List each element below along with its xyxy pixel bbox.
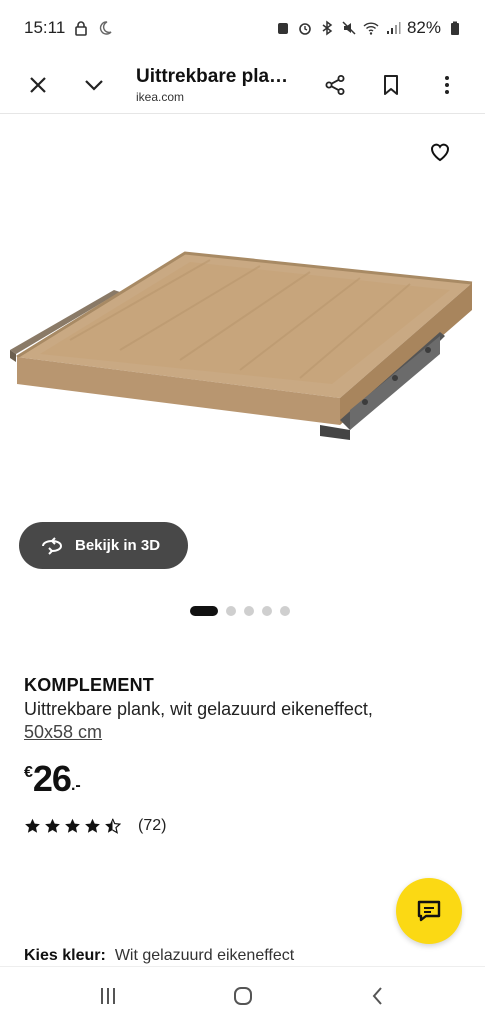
product-price: € 26 .- xyxy=(24,761,464,797)
heart-icon xyxy=(430,143,450,162)
status-bar: 15:11 82% xyxy=(0,0,485,56)
gallery-pagination xyxy=(190,606,290,616)
rating-count: (72) xyxy=(138,817,167,834)
more-vert-icon xyxy=(445,75,449,94)
favorite-button[interactable] xyxy=(425,137,455,167)
back-button[interactable] xyxy=(348,971,408,1021)
alarm-icon xyxy=(297,20,313,36)
chat-icon xyxy=(417,900,441,922)
more-options-button[interactable] xyxy=(419,57,475,113)
system-nav-bar xyxy=(0,966,485,1024)
chat-button[interactable] xyxy=(396,878,462,944)
signal-icon xyxy=(385,20,401,36)
star-half-icon xyxy=(104,818,121,834)
product-gallery: Bekijk in 3D xyxy=(0,115,485,635)
product-rating[interactable]: (72) xyxy=(24,817,464,835)
gallery-dot[interactable] xyxy=(226,606,236,616)
wifi-icon xyxy=(363,20,379,36)
view-3d-label: Bekijk in 3D xyxy=(75,537,161,554)
notification-icon xyxy=(275,20,291,36)
product-description: Uittrekbare plank, wit gelazuurd eikenef… xyxy=(24,699,373,719)
status-left: 15:11 xyxy=(24,18,113,38)
star-full-icon xyxy=(84,818,101,834)
price-currency: € xyxy=(24,764,33,781)
lock-icon xyxy=(73,20,89,36)
product-name: KOMPLEMENT xyxy=(24,675,154,695)
gallery-dot[interactable] xyxy=(262,606,272,616)
gallery-dot[interactable] xyxy=(280,606,290,616)
bookmark-icon xyxy=(384,74,398,95)
status-time: 15:11 xyxy=(24,18,66,37)
view-3d-button[interactable]: Bekijk in 3D xyxy=(19,522,189,569)
page-domain: ikea.com xyxy=(136,89,185,104)
home-button[interactable] xyxy=(213,971,273,1021)
product-info: KOMPLEMENT Uittrekbare plank, wit gelazu… xyxy=(24,675,464,835)
recent-apps-icon xyxy=(100,987,115,1004)
gallery-dot[interactable] xyxy=(190,606,218,616)
page-title: Uittrekbare plank... xyxy=(136,65,296,87)
share-button[interactable] xyxy=(307,57,363,113)
star-full-icon xyxy=(24,818,41,834)
battery-percent: 82% xyxy=(406,18,441,37)
bookmark-button[interactable] xyxy=(363,57,419,113)
product-size-link[interactable]: 50x58 cm xyxy=(24,722,102,743)
share-icon xyxy=(325,74,345,95)
battery-icon xyxy=(447,20,463,36)
bluetooth-icon xyxy=(319,20,335,36)
moon-icon xyxy=(97,20,113,36)
browser-toolbar: Uittrekbare plank... ikea.com xyxy=(0,56,485,114)
toolbar-actions xyxy=(307,57,475,113)
back-icon xyxy=(372,986,382,1005)
status-right: 82% xyxy=(275,18,463,38)
color-label: Kies kleur: xyxy=(24,947,106,964)
home-icon xyxy=(233,986,252,1005)
price-integer: 26 xyxy=(32,758,72,799)
price-decimal: .- xyxy=(70,777,81,794)
rotate-3d-icon xyxy=(42,536,63,555)
page-title-area[interactable]: Uittrekbare plank... ikea.com xyxy=(136,66,307,104)
close-icon xyxy=(30,76,46,93)
recent-apps-button[interactable] xyxy=(78,971,138,1021)
star-full-icon xyxy=(64,818,81,834)
star-full-icon xyxy=(44,818,61,834)
close-button[interactable] xyxy=(10,57,66,113)
mute-icon xyxy=(341,20,357,36)
color-selector[interactable]: Kies kleur: Wit gelazuurd eikeneffect xyxy=(24,947,294,965)
minimize-button[interactable] xyxy=(66,57,122,113)
color-value: Wit gelazuurd eikeneffect xyxy=(114,947,295,964)
chevron-down-icon xyxy=(85,79,103,91)
gallery-dot[interactable] xyxy=(244,606,254,616)
product-image[interactable] xyxy=(10,250,475,455)
